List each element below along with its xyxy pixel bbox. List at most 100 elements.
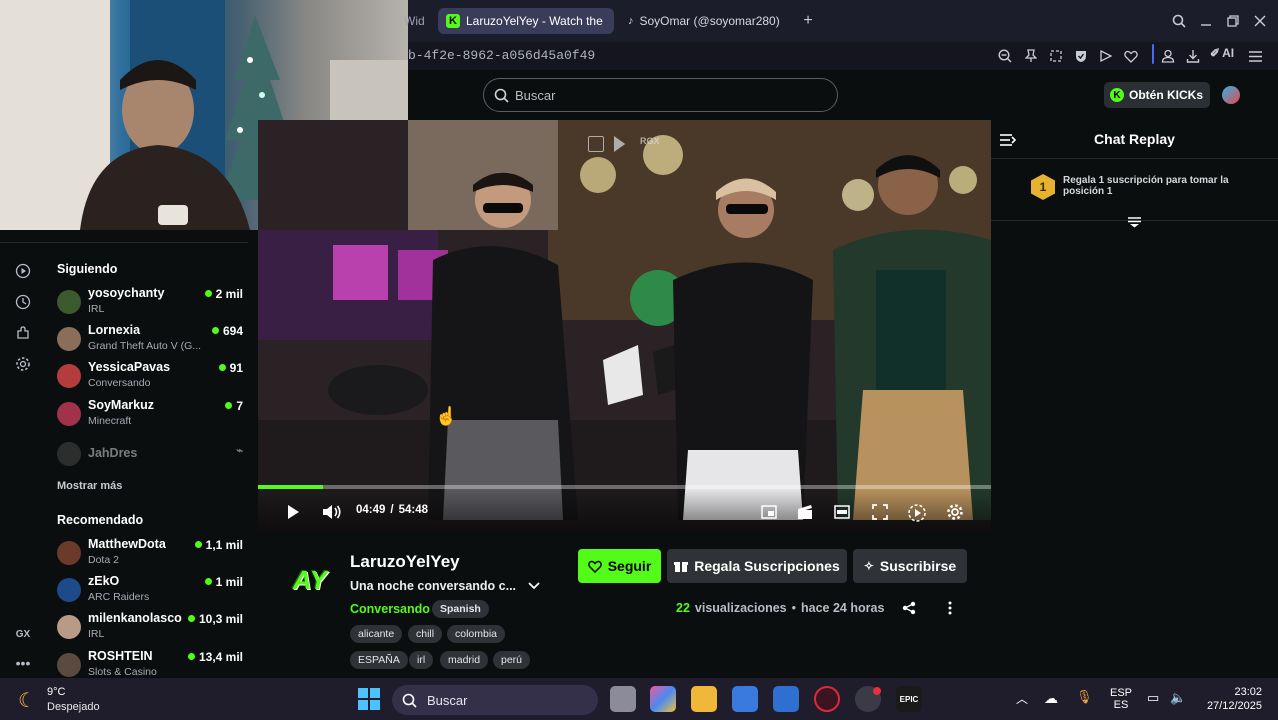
tab-partial[interactable]: Wid [404, 8, 428, 34]
pip-icon[interactable] [761, 505, 777, 524]
tag-pill[interactable]: chill [408, 625, 443, 643]
settings-gear-icon[interactable] [14, 355, 32, 373]
more-options-icon[interactable] [947, 601, 953, 620]
extensions-icon[interactable] [14, 324, 32, 342]
minimize-icon[interactable] [1197, 12, 1215, 30]
show-more-link[interactable]: Mostrar más [57, 480, 122, 492]
language-indicator[interactable]: ESP ES [1110, 687, 1132, 711]
time-ago: hace 24 horas [801, 601, 885, 615]
search-input[interactable]: Buscar [483, 78, 838, 112]
weather-condition[interactable]: Despejado [47, 701, 100, 713]
channel-category: Conversando [88, 377, 151, 389]
cloud-icon[interactable]: ☁ [1044, 690, 1058, 707]
ai-button[interactable]: ✐ AI [1210, 46, 1234, 60]
close-icon[interactable] [1251, 12, 1269, 30]
download-icon[interactable] [1184, 47, 1202, 65]
gift-subs-button[interactable]: Regala Suscripciones [667, 549, 847, 583]
sparkle-icon: ✧ [863, 559, 874, 573]
tab-soyomar[interactable]: ♪ SoyOmar (@soyomar280) [620, 8, 796, 34]
sidebar-item-roshtein[interactable]: ROSHTEIN Slots & Casino 13,4 mil [57, 649, 247, 678]
epic-games-icon[interactable]: EPIC [896, 686, 922, 712]
viewer-count-value: 13,4 mil [198, 650, 243, 664]
file-explorer-icon[interactable] [691, 686, 717, 712]
theater-mode-icon[interactable] [834, 505, 850, 524]
task-view-icon[interactable] [610, 686, 636, 712]
weather-moon-icon[interactable]: ☾ [18, 688, 36, 713]
browse-icon[interactable] [14, 262, 32, 280]
chevron-up-icon[interactable]: ︿ [1016, 690, 1028, 707]
profile-icon[interactable] [1159, 47, 1177, 65]
sidebar-item-milenkanolasco[interactable]: milenkanolasco IRL 10,3 mil [57, 611, 247, 647]
popout-icon[interactable] [588, 136, 604, 152]
subscribe-button[interactable]: ✧ Suscribirse [853, 549, 967, 583]
chevron-down-icon[interactable] [528, 582, 540, 590]
copilot-icon[interactable] [650, 686, 676, 712]
viewer-count-value: 10,3 mil [198, 612, 243, 626]
stream-title[interactable]: Una noche conversando c... [350, 579, 540, 593]
microsoft-store-icon[interactable] [732, 686, 758, 712]
microphone-icon[interactable]: 🎙 [1076, 689, 1093, 705]
get-kicks-button[interactable]: K Obtén KICKs [1104, 82, 1210, 108]
skip-icon[interactable] [614, 136, 626, 152]
user-avatar[interactable] [1222, 86, 1240, 104]
more-dots-icon[interactable]: ••• [14, 654, 32, 672]
sidebar-item-yessicapavas[interactable]: YessicaPavas Conversando 91 [57, 360, 247, 396]
settings-gear-icon[interactable] [946, 503, 964, 526]
share-icon[interactable] [902, 601, 916, 620]
history-icon[interactable] [14, 293, 32, 311]
avatar [57, 290, 81, 314]
sidebar-item-jahdres[interactable]: JahDres ⌁ [57, 442, 247, 478]
send-icon[interactable] [1097, 47, 1115, 65]
viewer-count: 7 [225, 399, 243, 413]
heart-icon[interactable] [1122, 47, 1140, 65]
video-player[interactable]: RGX 04:49 / 54:48 ☝ [258, 120, 991, 532]
shield-icon[interactable] [1072, 47, 1090, 65]
play-icon[interactable] [286, 504, 300, 525]
speaker-icon[interactable]: 🔈 [1170, 690, 1186, 706]
windows-start-icon[interactable] [357, 687, 381, 711]
menu-icon[interactable] [1246, 47, 1264, 65]
gift-prompt[interactable]: Regala 1 suscripción para tomar la posic… [1063, 175, 1263, 197]
viewer-count: 10,3 mil [187, 612, 243, 626]
fullscreen-icon[interactable] [872, 504, 888, 525]
url-text[interactable]: b-4f2e-8962-a056d45a0f49 [408, 48, 595, 63]
sidebar-item-matthewdota[interactable]: MatthewDota Dota 2 1,1 mil [57, 537, 247, 573]
tag-pill[interactable]: colombia [447, 625, 506, 643]
tag-pill[interactable]: madrid [440, 651, 489, 669]
channel-name[interactable]: LaruzoYelYey [350, 552, 460, 572]
tab-laruzo[interactable]: K LaruzoYelYey - Watch the [438, 8, 614, 34]
taskbar-search[interactable]: Buscar [392, 685, 598, 715]
avatar [57, 541, 81, 565]
search-icon[interactable] [1170, 12, 1188, 30]
chat-title: Chat Replay [1094, 131, 1175, 147]
restore-icon[interactable] [1224, 12, 1242, 30]
opera-gx-icon[interactable] [814, 686, 840, 712]
gx-label[interactable]: GX [14, 625, 32, 643]
language-tag[interactable]: Spanish [432, 600, 489, 618]
clip-icon[interactable] [797, 504, 813, 525]
network-icon[interactable]: ▭ [1147, 690, 1159, 706]
new-tab-icon[interactable]: + [799, 12, 817, 30]
zoom-out-icon[interactable] [996, 47, 1014, 65]
outlook-icon[interactable] [773, 686, 799, 712]
sidebar-item-zeko[interactable]: zEkO ARC Raiders 1 mil [57, 574, 247, 610]
channel-logo[interactable]: AY [285, 555, 335, 605]
sidebar-item-soymarkuz[interactable]: SoyMarkuz Minecraft 7 [57, 398, 247, 434]
pin-icon[interactable] [1022, 47, 1040, 65]
tag-pill[interactable]: irl [409, 651, 434, 669]
category-link[interactable]: Conversando [350, 602, 430, 616]
tag-pill[interactable]: ESPAÑA [350, 651, 408, 669]
tag-pill[interactable]: alicante [350, 625, 403, 643]
weather-temp[interactable]: 9°C [47, 686, 65, 698]
tag-pill[interactable]: perú [493, 651, 531, 669]
sidebar-item-yosoychanty[interactable]: yosoychanty IRL 2 mil [57, 286, 247, 322]
address-bar[interactable]: b-4f2e-8962-a056d45a0f49 ✐ AI [408, 42, 1278, 70]
expand-leaderboard-icon[interactable] [1128, 215, 1141, 233]
sidebar-item-lornexia[interactable]: Lornexia Grand Theft Auto V (G... 694 [57, 323, 247, 359]
viewer-count: 694 [211, 324, 243, 338]
clock[interactable]: 23:02 27/12/2025 [1196, 686, 1262, 712]
quality-icon[interactable] [907, 503, 927, 528]
screenshot-icon[interactable] [1047, 47, 1065, 65]
volume-icon[interactable] [322, 503, 342, 526]
follow-button[interactable]: Seguir [578, 549, 661, 583]
